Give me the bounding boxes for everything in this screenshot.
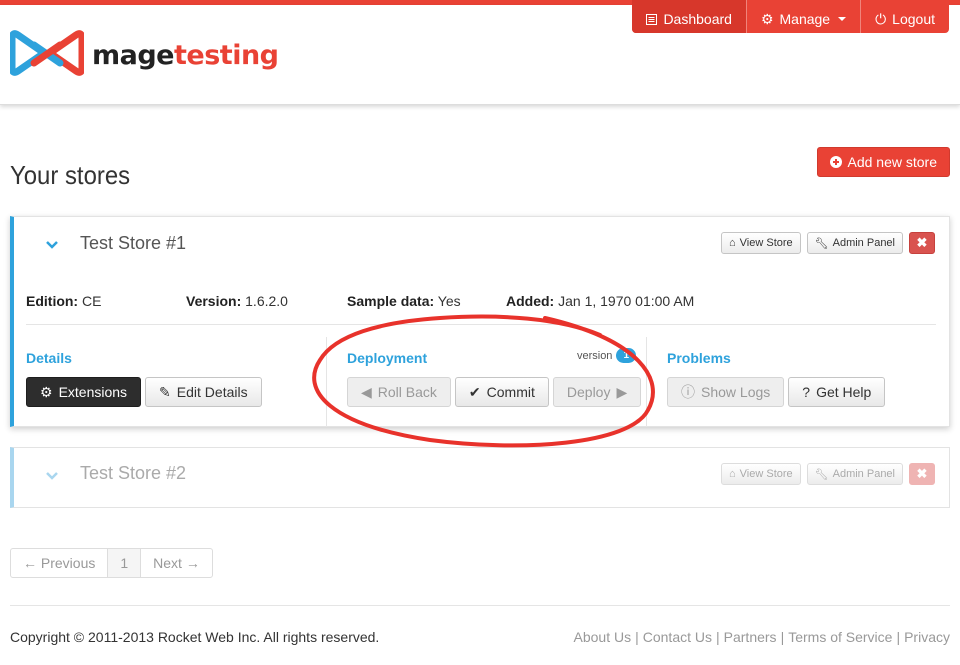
footer-link-terms[interactable]: Terms of Service: [788, 629, 892, 645]
delete-store-button[interactable]: ✖: [909, 232, 935, 254]
get-help-button[interactable]: ? Get Help: [788, 377, 886, 407]
edit-details-button[interactable]: ✎ Edit Details: [145, 377, 262, 407]
commit-button[interactable]: ✔ Commit: [454, 377, 549, 407]
add-new-store-label: Add new store: [847, 154, 938, 170]
added-date: Added: Jan 1, 1970 01:00 AM: [506, 293, 695, 309]
close-icon: ✖: [916, 466, 928, 481]
chevron-down-icon[interactable]: [46, 470, 58, 482]
nav-manage[interactable]: ⚙ Manage: [745, 0, 860, 33]
get-help-label: Get Help: [816, 384, 872, 400]
details-heading: Details: [26, 350, 72, 366]
deploy-label: Deploy: [566, 384, 611, 400]
page-title: Your stores: [10, 160, 131, 190]
delete-store-button[interactable]: ✖: [909, 463, 935, 485]
nav-logout[interactable]: ⏻ Logout: [860, 0, 949, 33]
power-icon: ⏻: [875, 10, 887, 27]
problems-section: Problems ⓘ Show Logs ? Get Help: [667, 337, 937, 427]
footer-separator: |: [716, 629, 720, 645]
admin-panel-label: Admin Panel: [832, 237, 895, 249]
gear-icon: ⚙: [760, 10, 774, 27]
arrow-left-circle-icon: ◀: [361, 383, 372, 400]
view-store-label: View Store: [739, 237, 793, 249]
footer-link-contact[interactable]: Contact Us: [643, 629, 712, 645]
store-actions: ⌂ View Store 🔧︎ Admin Panel ✖: [721, 232, 935, 254]
show-logs-label: Show Logs: [701, 384, 771, 400]
header: magetesting Dashboard ⚙ Manage ⏻ Logout: [0, 0, 960, 105]
pencil-icon: ✎: [159, 383, 171, 400]
nav-dashboard-label: Dashboard: [663, 11, 732, 27]
info-icon: ⓘ: [681, 384, 695, 400]
wrench-icon: 🔧︎: [814, 237, 829, 250]
deploy-button[interactable]: Deploy ▶: [552, 377, 642, 407]
view-store-label: View Store: [739, 468, 793, 480]
show-logs-button[interactable]: ⓘ Show Logs: [667, 377, 785, 407]
rollback-label: Roll Back: [377, 384, 437, 400]
footer-link-about[interactable]: About Us: [574, 629, 632, 645]
edit-details-label: Edit Details: [176, 384, 248, 400]
extensions-button[interactable]: ⚙ Extensions: [26, 377, 142, 407]
store-actions: ⌂ View Store 🔧︎ Admin Panel ✖: [721, 463, 935, 485]
copyright: Copyright © 2011-2013 Rocket Web Inc. Al…: [10, 629, 380, 645]
extensions-label: Extensions: [58, 384, 128, 400]
pager-current[interactable]: 1: [107, 549, 141, 577]
caret-down-icon: [838, 17, 847, 21]
rollback-button[interactable]: ◀ Roll Back: [347, 377, 451, 407]
pager-previous[interactable]: ← Previous: [11, 549, 107, 577]
nav-manage-label: Manage: [779, 11, 831, 27]
store-name[interactable]: Test Store #1: [80, 233, 186, 254]
version-text: version: [576, 349, 613, 362]
admin-panel-button[interactable]: 🔧︎ Admin Panel: [806, 463, 903, 485]
footer-separator: |: [780, 629, 785, 645]
deployment-section: Deployment version 1 ◀ Roll Back ✔ Commi…: [326, 337, 647, 427]
view-store-button[interactable]: ⌂ View Store: [721, 232, 801, 254]
footer-links: About Us | Contact Us | Partners | Terms…: [574, 629, 950, 645]
admin-panel-label: Admin Panel: [832, 468, 895, 480]
question-icon: ?: [802, 384, 811, 400]
chevron-down-icon[interactable]: [46, 239, 58, 251]
check-circle-icon: ✔: [468, 383, 481, 400]
dashboard-icon: [646, 13, 658, 25]
version-badge: 1: [616, 348, 636, 363]
view-store-button[interactable]: ⌂ View Store: [721, 463, 801, 485]
wrench-icon: 🔧︎: [814, 468, 829, 481]
sample-data: Sample data: Yes: [347, 293, 461, 309]
add-new-store-button[interactable]: Add new store: [816, 147, 950, 177]
store-name[interactable]: Test Store #2: [80, 463, 186, 484]
nav-dashboard[interactable]: Dashboard: [632, 0, 746, 33]
footer-link-privacy[interactable]: Privacy: [904, 629, 950, 645]
footer-separator: |: [896, 629, 901, 645]
edition: Edition: CE: [26, 293, 102, 309]
commit-label: Commit: [486, 384, 535, 400]
version: Version: 1.6.2.0: [186, 293, 288, 309]
store-card: Test Store #2 ⌂ View Store 🔧︎ Admin Pane…: [10, 447, 950, 508]
footer-divider: [10, 605, 950, 606]
problems-heading: Problems: [667, 350, 731, 366]
logo-icon: [10, 30, 84, 76]
logo-text: magetesting: [92, 39, 279, 71]
pager-next[interactable]: Next →: [140, 549, 212, 577]
pagination: ← Previous 1 Next →: [10, 548, 213, 578]
plus-circle-icon: [829, 156, 842, 168]
store-card: Test Store #1 ⌂ View Store 🔧︎ Admin Pane…: [10, 216, 950, 427]
footer-separator: |: [635, 629, 639, 645]
top-nav: Dashboard ⚙ Manage ⏻ Logout: [632, 0, 949, 33]
home-icon: ⌂: [729, 237, 736, 249]
logo[interactable]: magetesting: [10, 25, 279, 85]
admin-panel-button[interactable]: 🔧︎ Admin Panel: [806, 232, 903, 254]
arrow-right-circle-icon: ▶: [616, 383, 628, 400]
gear-icon: ⚙: [40, 383, 53, 400]
store-meta: Edition: CE Version: 1.6.2.0 Sample data…: [26, 293, 936, 323]
divider: [26, 324, 936, 325]
nav-logout-label: Logout: [892, 11, 935, 27]
close-icon: ✖: [916, 235, 928, 250]
version-indicator: version 1: [577, 348, 636, 363]
footer-link-partners[interactable]: Partners: [724, 629, 777, 645]
home-icon: ⌂: [729, 468, 736, 480]
details-section: Details ⚙ Extensions ✎ Edit Details: [26, 337, 326, 427]
